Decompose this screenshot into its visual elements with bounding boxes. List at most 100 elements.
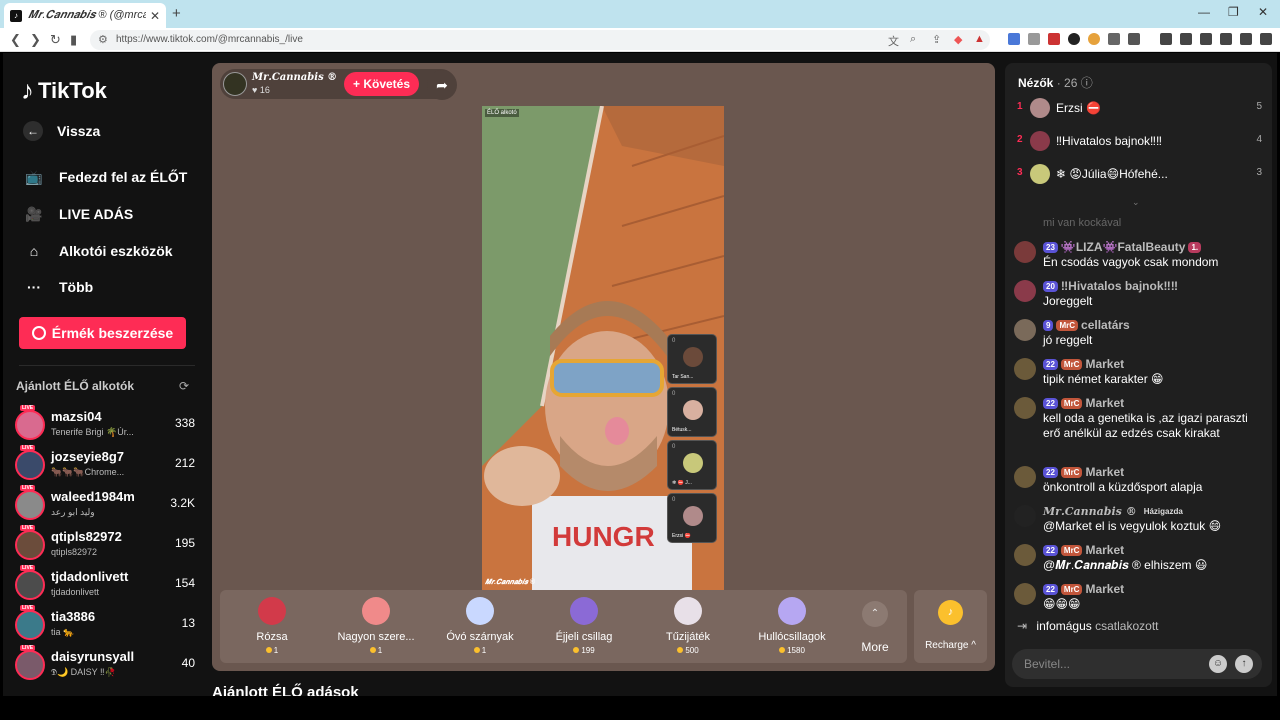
bookmark-icon[interactable]: ▮	[70, 32, 77, 48]
live-badge: LIVE	[20, 565, 36, 571]
divider	[19, 365, 195, 366]
live-badge: LIVE	[20, 405, 36, 411]
viewers-title: Nézők	[1018, 76, 1054, 90]
extension-icon[interactable]	[1048, 33, 1060, 45]
close-tab-icon[interactable]: ✕	[150, 9, 160, 23]
back-icon[interactable]: ❮	[10, 32, 21, 48]
triangle-icon[interactable]: ▲	[974, 33, 985, 45]
guest-tile[interactable]: 0 Bétusk...	[667, 387, 717, 437]
screenshot-icon[interactable]	[1220, 33, 1232, 45]
gift-shooting-stars[interactable]: Hullócsillagok 1580	[740, 590, 844, 663]
browser-tab[interactable]: ♪ 𝑴𝒓.𝑪𝒂𝒏𝒏𝒂𝒃𝒊𝒔 ® (@mrcan ✕	[4, 3, 166, 28]
new-tab-icon[interactable]: +	[172, 5, 181, 22]
chat-username: Market	[1085, 357, 1125, 371]
join-username[interactable]: infomágus	[1036, 619, 1091, 633]
chat-header: 20 ‼Hivatalos bajnok‼‼	[1043, 279, 1178, 293]
emoji-icon[interactable]: ☺	[1209, 655, 1227, 673]
gift-wings[interactable]: Óvó szárnyak 1	[428, 590, 532, 663]
guest-tile[interactable]: 0 ❄ ⛔ J...	[667, 440, 717, 490]
viewer-avatar	[1030, 131, 1050, 151]
restore-icon[interactable]: ❐	[1228, 5, 1239, 19]
chevron-up-icon: ⌃	[862, 601, 888, 627]
site-info-icon[interactable]: ⚙	[98, 33, 108, 46]
viewer-count: 212	[174, 456, 195, 470]
gift-fireworks[interactable]: Tűzijáték 500	[636, 590, 740, 663]
viewer-count: 40	[181, 656, 195, 670]
extension-icon[interactable]	[1008, 33, 1020, 45]
gift-night-star[interactable]: Éjjeli csillag 199	[532, 590, 636, 663]
creator-item[interactable]: LIVE tia3886 tia 🐆 13	[15, 605, 195, 644]
share-page-icon[interactable]: ⇪	[932, 33, 941, 46]
minimize-icon[interactable]: —	[1198, 5, 1210, 19]
recommended-creators-title: Ajánlott ÉLŐ alkotók	[16, 379, 135, 393]
creator-item[interactable]: LIVE mazsi04 Tenerife Brigi 🌴Úr... 338	[15, 405, 195, 444]
chat-header: 9 MrC cellatárs	[1043, 318, 1130, 332]
extension-icon[interactable]	[1068, 33, 1080, 45]
creator-name: jozseyie8g7	[51, 449, 124, 464]
forward-icon[interactable]: ❯	[30, 32, 41, 48]
nav-more[interactable]: ··· Több	[23, 276, 93, 298]
url-field[interactable]: ⚙ https://www.tiktok.com/@mrcannabis_/li…	[90, 30, 990, 50]
nav-explore-live[interactable]: 📺 Fedezd fel az ÉLŐT	[23, 166, 187, 188]
send-icon[interactable]: ↑	[1235, 655, 1253, 673]
extension-icon[interactable]	[1128, 33, 1140, 45]
expand-viewers-icon[interactable]: ⌄	[1132, 197, 1140, 208]
get-coins-button[interactable]: Érmék beszerzése	[19, 317, 186, 349]
gift-name: Tűzijáték	[665, 631, 711, 643]
share-icon[interactable]: ➦	[427, 70, 457, 100]
viewer-name: ❄ 😡Júlia😄Hófehé...	[1056, 167, 1168, 181]
host-avatar[interactable]	[223, 72, 247, 96]
host-name[interactable]: 𝑴𝒓.𝑪𝒂𝒏𝒏𝒂𝒃𝒊𝒔 ®	[252, 72, 337, 83]
vpn-icon[interactable]	[1240, 33, 1252, 45]
creator-item[interactable]: LIVE tjdadonlivett tjdadonlivett 154	[15, 565, 195, 604]
chat-input[interactable]: Bevitel... ☺ ↑	[1012, 649, 1262, 679]
menu-icon[interactable]	[1260, 33, 1272, 45]
recharge-button[interactable]: ♪ Recharge ^	[914, 590, 987, 663]
live-video[interactable]: HUNGR ÉLŐ alkotó 𝑴𝒓.𝑪𝒂𝒏𝒏𝒂𝒃𝒊𝒔 ® 0 Tar San…	[482, 106, 724, 590]
chat-username: cellatárs	[1081, 318, 1130, 332]
creator-item[interactable]: LIVE jozseyie8g7 🐂🐂🐂Chrome... 212	[15, 445, 195, 484]
gift-rose[interactable]: Rózsa 1	[220, 590, 324, 663]
reload-icon[interactable]: ↻	[50, 32, 61, 48]
guest-tile[interactable]: 0 Erzsi ⛔	[667, 493, 717, 543]
gift-heart[interactable]: Nagyon szere... 1	[324, 590, 428, 663]
extension-icon[interactable]	[1028, 33, 1040, 45]
join-text: csatlakozott	[1095, 619, 1159, 633]
follow-button[interactable]: + Követés	[344, 72, 419, 96]
more-gifts-button[interactable]: ⌃ More	[850, 590, 900, 663]
back-link[interactable]: ← Vissza	[23, 121, 100, 141]
gift-price: 199	[532, 646, 636, 655]
creator-item[interactable]: LIVE daisyrunsyall 𝕯🌙 DAISY ‼🥀 40	[15, 645, 195, 684]
creator-subtitle: qtipls82972	[51, 547, 98, 557]
level-badge: 9	[1043, 319, 1054, 331]
wallet-icon[interactable]	[1200, 33, 1212, 45]
top-viewer[interactable]: 3 ❄ 😡Júlia😄Hófehé... 3	[1017, 163, 1262, 185]
zoom-icon[interactable]: ⌕	[910, 33, 916, 46]
creator-item[interactable]: LIVE waleed1984m وليد ابو رعد 3.2K	[15, 485, 195, 524]
nav-go-live[interactable]: 🎥 LIVE ADÁS	[23, 203, 133, 225]
sidebar-icon[interactable]	[1180, 33, 1192, 45]
guest-score: 0	[672, 497, 676, 503]
level-badge: 20	[1043, 280, 1058, 292]
nav-creator-tools[interactable]: ⌂ Alkotói eszközök	[23, 240, 173, 262]
extension-icon[interactable]	[1108, 33, 1120, 45]
chat-avatar	[1014, 280, 1036, 302]
music-icon[interactable]	[1160, 33, 1172, 45]
translate-icon[interactable]: 文	[888, 33, 899, 49]
guest-tile[interactable]: 0 Tar San...	[667, 334, 717, 384]
guest-name: Tar San...	[672, 374, 694, 380]
creator-avatar	[15, 410, 45, 440]
tiktok-logo[interactable]: ♪ TikTok	[21, 75, 107, 106]
shield-icon[interactable]: ◆	[954, 33, 962, 46]
extension-icon[interactable]	[1088, 33, 1100, 45]
close-window-icon[interactable]: ✕	[1258, 5, 1268, 19]
coin-icon	[573, 647, 580, 653]
help-icon[interactable]: ⓘ	[1081, 76, 1093, 90]
top-viewer[interactable]: 1 Erzsi ⛔ 5	[1017, 97, 1262, 119]
host-info[interactable]: 𝑴𝒓.𝑪𝒂𝒏𝒏𝒂𝒃𝒊𝒔 ® ♥ 16 + Követés	[220, 69, 456, 99]
creator-avatar	[15, 530, 45, 560]
refresh-icon[interactable]: ⟳	[179, 379, 189, 393]
top-viewer[interactable]: 2 ‼Hivatalos bajnok‼‼ 4	[1017, 130, 1262, 152]
creator-item[interactable]: LIVE qtipls82972 qtipls82972 195	[15, 525, 195, 564]
coin-icon	[473, 647, 480, 653]
